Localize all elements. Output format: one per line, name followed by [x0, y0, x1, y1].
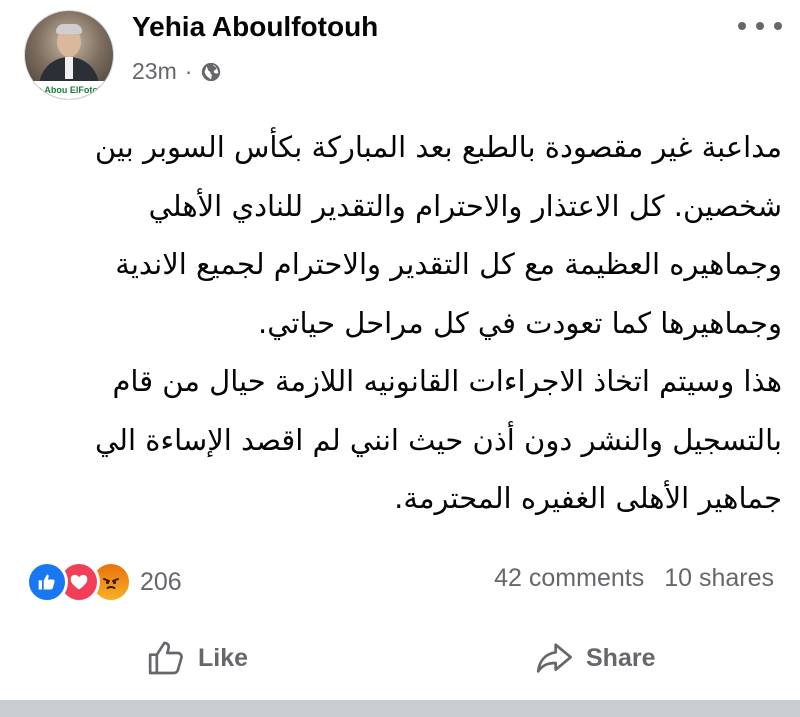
post-body-line: هذا وسيتم اتخاذ الاجراءات القانونيه اللا…: [112, 364, 782, 398]
action-bar: Like Share: [0, 632, 800, 692]
post-body-line: مداعبة غير مقصودة بالطبع بعد المباركة بك…: [94, 130, 782, 164]
post-body-line: شخصين. كل الاعتذار والاحترام والتقدير لل…: [148, 188, 782, 223]
like-label: Like: [198, 643, 249, 672]
dot: [774, 22, 782, 30]
post-body-line: جماهير الأهلى الغفيره المحترمة.: [394, 481, 782, 515]
post-body-line: بالتسجيل والنشر دون أذن حيث انني لم اقصد…: [94, 422, 782, 457]
avatar[interactable]: ia Abou ElFotoh: [24, 10, 114, 100]
share-arrow-icon: [536, 643, 572, 673]
engagement-stats: 42 comments 10 shares: [494, 564, 774, 593]
comments-count[interactable]: 42 comments: [494, 564, 644, 593]
like-button[interactable]: Like: [146, 638, 248, 678]
author-name[interactable]: Yehia Aboulfotouh: [132, 11, 378, 43]
reactions-summary[interactable]: 206: [26, 561, 182, 603]
avatar-hair: [56, 24, 82, 34]
post-body-line: وجماهيرها كما تعودت في كل مراحل حياتي.: [258, 305, 782, 340]
facebook-post: ia Abou ElFotoh Yehia Aboulfotouh 23m · …: [0, 0, 800, 700]
dot: [756, 22, 764, 30]
share-button[interactable]: Share: [534, 638, 655, 678]
reaction-count: 206: [140, 567, 182, 596]
like-reaction-icon: [26, 561, 68, 603]
share-label: Share: [586, 643, 656, 672]
post-body: مداعبة غير مقصودة بالطبع بعد المباركة بك…: [54, 118, 782, 528]
thumbs-up-icon: [148, 641, 183, 675]
post-time[interactable]: 23m: [132, 58, 177, 85]
dot: [738, 22, 746, 30]
feed-divider: [0, 700, 800, 717]
avatar-caption: ia Abou ElFotoh: [25, 81, 113, 99]
more-dots-icon[interactable]: [738, 12, 782, 40]
shares-count[interactable]: 10 shares: [664, 564, 774, 593]
post-body-line: وجماهيره العظيمة مع كل التقدير والاحترام…: [115, 247, 782, 281]
globe-icon[interactable]: [200, 61, 222, 83]
post-meta: 23m ·: [132, 58, 222, 85]
avatar-shirt: [65, 57, 73, 79]
meta-separator: ·: [184, 58, 193, 84]
